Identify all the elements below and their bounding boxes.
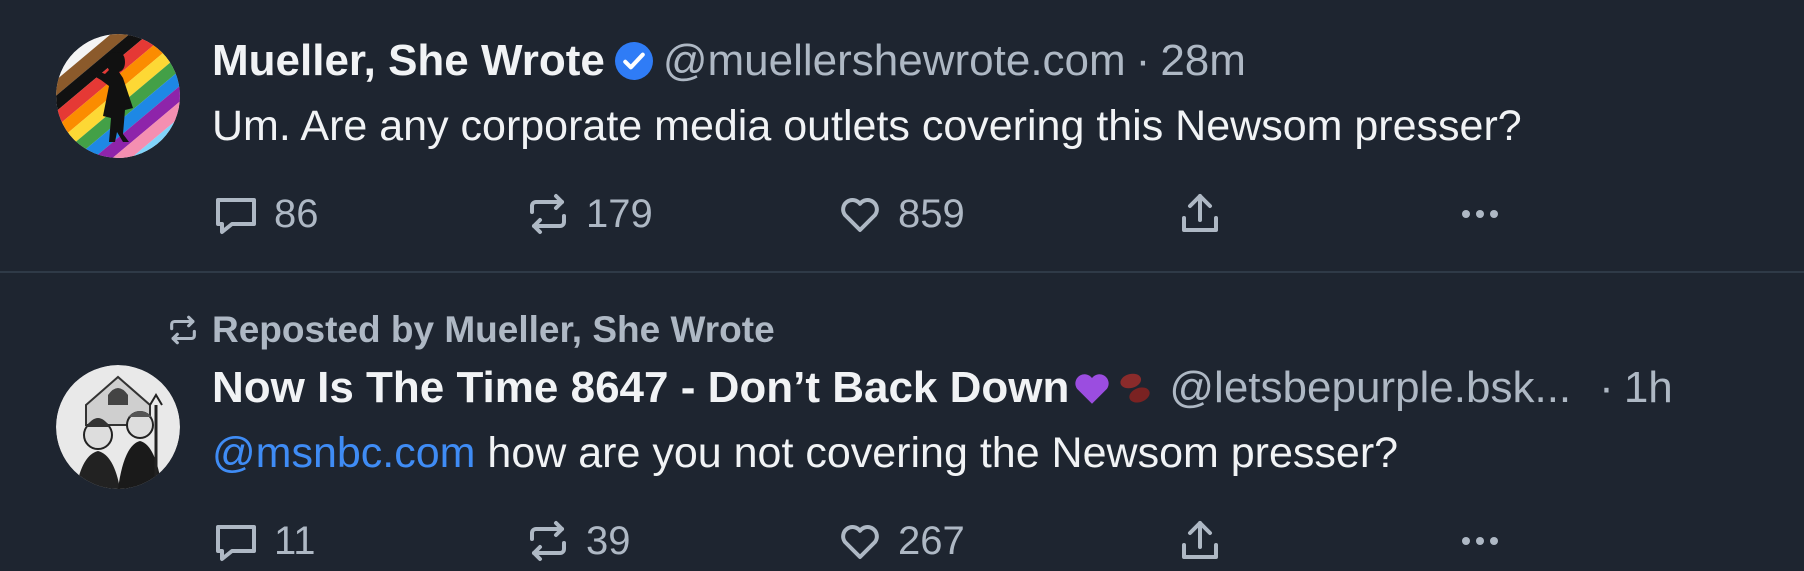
repost-button[interactable]: 179	[524, 184, 653, 244]
more-options-button[interactable]	[1456, 511, 1504, 571]
post-timestamp[interactable]: 28m	[1160, 36, 1246, 86]
reply-count: 86	[274, 191, 319, 236]
post-actions: 86 179 859	[212, 184, 1784, 244]
post-header: Mueller, She Wrote @muellershewrote.com …	[212, 28, 1784, 94]
author-avatar[interactable]	[56, 365, 180, 489]
repost-indicator[interactable]: Reposted by Mueller, She Wrote	[166, 305, 1784, 355]
like-count: 859	[898, 191, 965, 236]
post-timestamp[interactable]: 1h	[1624, 363, 1673, 413]
repost-button[interactable]: 39	[524, 511, 631, 571]
repost-count: 179	[586, 191, 653, 236]
speech-bubble-icon	[216, 525, 256, 561]
repost-count: 39	[586, 518, 631, 563]
post-text: Um. Are any corporate media outlets cove…	[212, 96, 1784, 156]
like-button[interactable]: 859	[836, 184, 965, 244]
mention-link[interactable]: @msnbc.com	[212, 429, 475, 477]
author-handle[interactable]: @muellershewrote.com	[663, 36, 1126, 86]
author-name[interactable]: Mueller, She Wrote	[212, 36, 605, 86]
reply-button[interactable]: 86	[212, 184, 319, 244]
more-options-button[interactable]	[1456, 184, 1504, 244]
share-button[interactable]	[1176, 184, 1224, 244]
post-content: Mueller, She Wrote @muellershewrote.com …	[212, 28, 1784, 244]
feed: Mueller, She Wrote @muellershewrote.com …	[0, 0, 1804, 563]
share-button[interactable]	[1176, 511, 1224, 571]
post-text-content: how are you not covering the Newsom pres…	[475, 429, 1399, 477]
reply-button[interactable]: 11	[212, 511, 316, 571]
verified-badge-icon	[614, 42, 653, 80]
post-header: Now Is The Time 8647 - Don’t Back Down @…	[212, 355, 1784, 421]
ellipsis-icon	[1462, 537, 1498, 545]
pride-silhouette-avatar-icon	[56, 34, 180, 158]
repost-arrows-icon	[530, 521, 566, 561]
post-text-content: Um. Are any corporate media outlets cove…	[212, 102, 1522, 150]
post-actions: 11 39 267	[212, 511, 1784, 571]
american-gothic-avatar-icon	[56, 365, 180, 489]
feed-post[interactable]: Reposted by Mueller, She Wrote Now Is Th…	[0, 273, 1804, 563]
repost-arrows-icon	[530, 194, 566, 234]
repost-arrows-icon	[170, 315, 196, 345]
separator-dot: ·	[1135, 36, 1151, 85]
post-content: Reposted by Mueller, She Wrote Now Is Th…	[170, 305, 1784, 571]
speech-bubble-icon	[216, 198, 256, 234]
post-text: @msnbc.com how are you not covering the …	[212, 423, 1784, 483]
beans-icon	[1120, 373, 1151, 403]
ellipsis-icon	[1462, 210, 1498, 218]
repost-label: Reposted by Mueller, She Wrote	[212, 309, 775, 350]
author-handle[interactable]: @letsbepurple.bsk...	[1169, 363, 1571, 413]
purple-heart-icon	[1075, 374, 1110, 404]
share-upload-icon	[1182, 521, 1218, 559]
separator-dot: ·	[1599, 363, 1614, 412]
share-upload-icon	[1182, 194, 1218, 232]
like-button[interactable]: 267	[836, 511, 965, 571]
author-avatar[interactable]	[56, 34, 180, 158]
heart-icon	[841, 198, 879, 232]
author-name[interactable]: Now Is The Time 8647 - Don’t Back Down	[212, 363, 1069, 413]
like-count: 267	[898, 518, 965, 563]
reply-count: 11	[274, 518, 316, 563]
heart-icon	[841, 525, 879, 559]
feed-post[interactable]: Mueller, She Wrote @muellershewrote.com …	[0, 0, 1804, 273]
